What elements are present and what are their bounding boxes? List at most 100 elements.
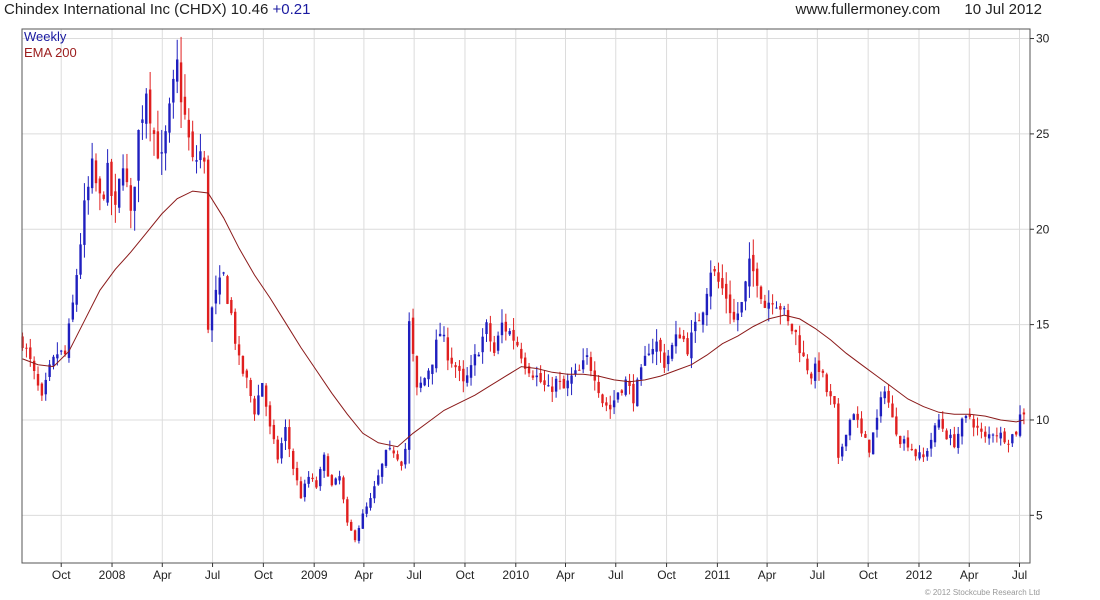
weekly-candle (442, 326, 446, 342)
weekly-candle (566, 373, 569, 397)
weekly-candle (465, 367, 469, 387)
x-tick-label: Apr (556, 568, 575, 582)
weekly-candle (856, 406, 859, 428)
weekly-candle (535, 366, 538, 387)
weekly-candle (377, 469, 380, 486)
weekly-candle (713, 265, 716, 277)
x-tick-label: Oct (52, 568, 71, 582)
weekly-candle (392, 446, 395, 458)
weekly-candle (628, 373, 631, 395)
weekly-candle (32, 356, 36, 380)
weekly-candle (705, 288, 709, 326)
weekly-candle (25, 343, 28, 358)
weekly-candle (334, 477, 337, 486)
weekly-candle (203, 150, 206, 174)
weekly-candle (643, 345, 647, 366)
weekly-candle (315, 476, 318, 489)
weekly-candle (945, 428, 948, 440)
weekly-candle (303, 479, 306, 502)
weekly-candle (806, 354, 809, 375)
weekly-candle (473, 344, 477, 376)
weekly-candle (810, 371, 813, 385)
x-tick-label: 2011 (704, 568, 730, 582)
weekly-candle (102, 191, 105, 201)
weekly-candle (311, 473, 314, 482)
weekly-candle (612, 390, 616, 415)
weekly-candle (844, 434, 848, 452)
x-tick-label: Oct (456, 568, 475, 582)
weekly-candle (783, 305, 786, 316)
weekly-candle (956, 426, 960, 454)
weekly-candle (504, 313, 508, 341)
weekly-candle (813, 357, 817, 389)
weekly-candle (620, 389, 624, 396)
weekly-candle (98, 176, 102, 211)
weekly-candle (500, 309, 504, 344)
weekly-candle (342, 475, 345, 504)
weekly-candle (829, 384, 832, 405)
weekly-candle (218, 265, 221, 305)
weekly-candle (995, 427, 999, 443)
weekly-candle (40, 382, 44, 401)
weekly-candle (953, 426, 956, 449)
weekly-candle (879, 391, 883, 423)
weekly-candle (744, 280, 747, 311)
weekly-candle (779, 303, 782, 325)
weekly-candle (1014, 430, 1018, 437)
weekly-candle (991, 433, 995, 443)
weekly-candle (802, 340, 805, 357)
weekly-candle (148, 71, 152, 142)
weekly-candle (407, 312, 411, 464)
x-tick-label: 2008 (99, 568, 126, 582)
y-tick-label: 30 (1036, 32, 1050, 46)
weekly-candle (852, 413, 856, 421)
weekly-candle (129, 177, 133, 229)
weekly-candle (941, 411, 944, 432)
weekly-candle (183, 74, 187, 120)
y-tick-label: 10 (1036, 413, 1050, 427)
x-tick-label: Apr (960, 568, 979, 582)
weekly-candle (36, 366, 40, 391)
weekly-candle (609, 395, 612, 419)
weekly-candle (984, 426, 987, 443)
weekly-candle (152, 127, 156, 156)
y-tick-label: 25 (1036, 127, 1050, 141)
weekly-candle (937, 413, 941, 430)
weekly-candle (972, 415, 975, 437)
weekly-candle (264, 383, 268, 417)
weekly-candle (929, 432, 933, 457)
price-chart: 5 10 15 20 25 30 Oct 2008 Apr Jul Oct 2009 Apr Jul Oct… (21, 28, 1050, 582)
weekly-candle (477, 352, 480, 357)
weekly-candle (837, 398, 840, 464)
weekly-candle (346, 496, 349, 526)
weekly-candle (674, 320, 678, 354)
weekly-candle (230, 297, 233, 316)
weekly-candle (431, 364, 434, 385)
weekly-candle (384, 449, 388, 468)
weekly-candle (191, 120, 194, 162)
weekly-candle (245, 368, 248, 389)
legend-weekly: Weekly (24, 29, 67, 44)
legend: Weekly EMA 200 (24, 29, 77, 61)
weekly-candle (860, 411, 863, 437)
weekly-candle (605, 397, 608, 412)
weekly-candle (682, 329, 685, 343)
weekly-candle (895, 407, 898, 437)
weekly-candle (964, 414, 968, 423)
weekly-candle (67, 318, 71, 363)
weekly-candle (48, 359, 51, 382)
weekly-candle (94, 153, 98, 192)
weekly-candle (551, 376, 554, 402)
weekly-candle (423, 377, 426, 387)
weekly-candle (396, 450, 399, 462)
weekly-candle (307, 471, 310, 488)
weekly-candle (624, 376, 627, 397)
weekly-candle (400, 460, 403, 471)
weekly-candle (709, 260, 712, 310)
x-tick-label: 2010 (502, 568, 529, 582)
y-tick-label: 15 (1036, 318, 1050, 332)
weekly-candle (701, 311, 705, 333)
weekly-candle (353, 529, 357, 543)
weekly-candle (369, 492, 372, 511)
weekly-candle (52, 354, 55, 370)
